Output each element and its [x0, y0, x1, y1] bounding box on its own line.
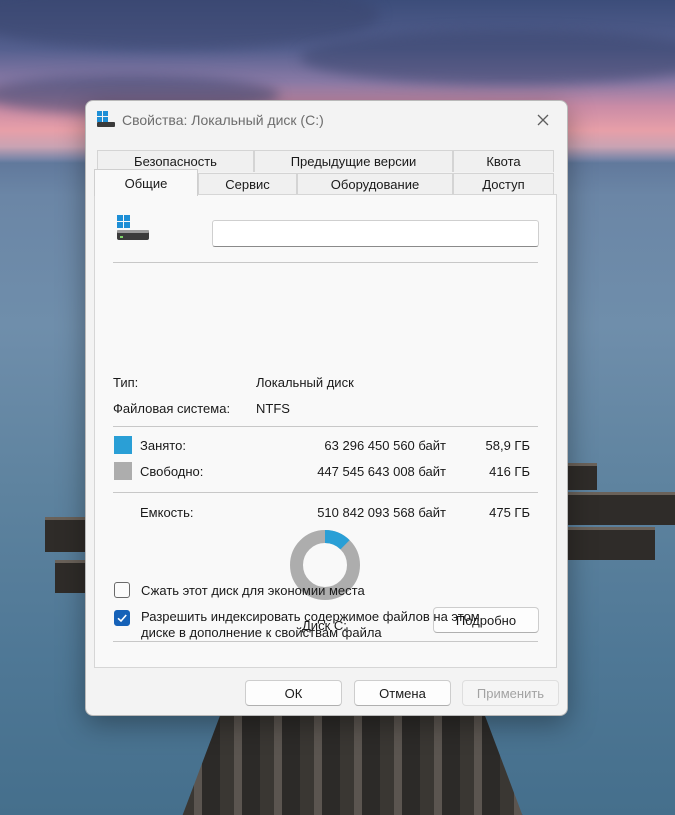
filesystem-label: Файловая система:: [113, 401, 231, 416]
separator: [113, 262, 538, 263]
cancel-button[interactable]: Отмена: [354, 680, 451, 706]
tab-tools[interactable]: Сервис: [198, 173, 297, 195]
used-label: Занято:: [140, 438, 186, 453]
compress-checkbox[interactable]: [114, 582, 130, 598]
separator: [113, 426, 538, 427]
properties-dialog: Свойства: Локальный диск (C:) Безопаснос…: [85, 100, 568, 716]
window-title: Свойства: Локальный диск (C:): [122, 112, 324, 128]
title-bar[interactable]: Свойства: Локальный диск (C:): [86, 101, 567, 139]
separator: [113, 492, 538, 493]
index-checkbox[interactable]: [114, 610, 130, 626]
capacity-bytes: 510 842 093 568 байт: [317, 505, 446, 520]
tab-hardware[interactable]: Оборудование: [297, 173, 453, 195]
local-disk-icon: [117, 215, 149, 240]
used-space-swatch: [114, 436, 132, 454]
cloud: [300, 30, 675, 85]
free-size: 416 ГБ: [489, 464, 530, 479]
pier-post: [55, 560, 85, 593]
desktop-background: Свойства: Локальный диск (C:) Безопаснос…: [0, 0, 675, 815]
apply-button[interactable]: Применить: [462, 680, 559, 706]
tab-sharing[interactable]: Доступ: [453, 173, 554, 195]
index-label-line1: Разрешить индексировать содержимое файло…: [141, 609, 480, 624]
pier-post: [567, 492, 675, 525]
free-space-swatch: [114, 462, 132, 480]
pier-post: [567, 527, 655, 560]
capacity-label: Емкость:: [140, 505, 194, 520]
type-value: Локальный диск: [256, 375, 354, 390]
drive-label-input[interactable]: [212, 220, 539, 247]
pier: [180, 712, 525, 815]
tab-previous-versions[interactable]: Предыдущие версии: [254, 150, 453, 172]
check-icon: [117, 614, 127, 623]
ok-button[interactable]: ОК: [245, 680, 342, 706]
tab-quota[interactable]: Квота: [453, 150, 554, 172]
filesystem-value: NTFS: [256, 401, 290, 416]
close-icon: [537, 114, 549, 126]
index-label-line2: диске в дополнение к свойствам файла: [141, 625, 382, 640]
free-bytes: 447 545 643 008 байт: [317, 464, 446, 479]
used-bytes: 63 296 450 560 байт: [324, 438, 446, 453]
capacity-size: 475 ГБ: [489, 505, 530, 520]
pier-post: [45, 517, 85, 552]
free-label: Свободно:: [140, 464, 204, 479]
compress-label: Сжать этот диск для экономии места: [141, 583, 365, 598]
used-size: 58,9 ГБ: [485, 438, 530, 453]
separator: [113, 641, 538, 642]
type-label: Тип:: [113, 375, 139, 390]
pier-post: [567, 463, 597, 490]
tab-general[interactable]: Общие: [94, 169, 198, 196]
close-button[interactable]: [527, 105, 559, 135]
cloud: [0, 0, 380, 50]
drive-icon: [97, 111, 115, 127]
